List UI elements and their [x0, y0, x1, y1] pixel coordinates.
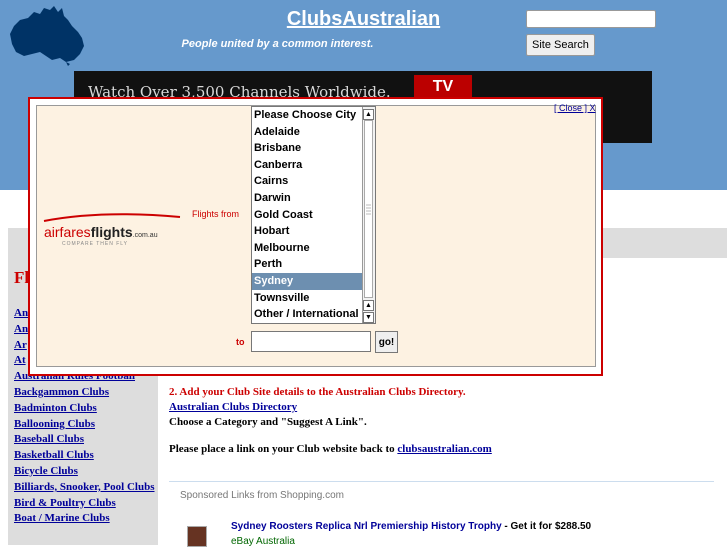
logo-subtitle: COMPARE THEN FLY	[62, 241, 129, 247]
sidebar-heading: Fl	[14, 268, 30, 287]
city-option[interactable]: Cairns	[252, 173, 362, 190]
scroll-down-icon[interactable]: ▼	[363, 312, 374, 323]
list-item: Boat / Marine Clubs	[14, 511, 156, 527]
category-link[interactable]: An	[14, 307, 28, 319]
go-button[interactable]: go!	[375, 331, 398, 353]
category-link[interactable]: Ballooning Clubs	[14, 418, 95, 430]
list-item: Basketball Clubs	[14, 448, 156, 464]
list-scrollbar[interactable]: ▲ ▲ ▼	[362, 107, 375, 323]
category-link[interactable]: Badminton Clubs	[14, 402, 97, 414]
scroll-thumb[interactable]	[364, 120, 373, 298]
product-listing: Sydney Roosters Replica Nrl Premiership …	[231, 521, 591, 532]
list-item: Badminton Clubs	[14, 401, 156, 417]
home-link[interactable]: clubsaustralian.com	[397, 443, 491, 455]
list-item: Billiards, Snooker, Pool Clubs	[14, 480, 156, 496]
category-link[interactable]: Boat / Marine Clubs	[14, 512, 110, 524]
list-item: Baseball Clubs	[14, 432, 156, 448]
category-link[interactable]: Backgammon Clubs	[14, 386, 109, 398]
banner-tv-badge: TV	[414, 75, 472, 99]
scroll-up-icon[interactable]: ▲	[363, 109, 374, 120]
scroll-grip-icon	[366, 204, 371, 215]
directory-link[interactable]: Australian Clubs Directory	[169, 401, 297, 413]
scroll-up-icon[interactable]: ▲	[363, 300, 374, 311]
product-seller: eBay Australia	[231, 536, 295, 547]
city-option[interactable]: Adelaide	[252, 124, 362, 141]
city-option[interactable]: Please Choose City	[252, 107, 362, 124]
list-item: Ballooning Clubs	[14, 417, 156, 433]
product-link[interactable]: Sydney Roosters Replica Nrl Premiership …	[231, 521, 502, 532]
city-option[interactable]: Other / International	[252, 306, 362, 323]
flights-from-label: Flights from	[192, 209, 240, 219]
airfaresflights-logo: airfaresflights.com.au COMPARE THEN FLY	[38, 212, 188, 248]
category-link[interactable]: An	[14, 323, 28, 335]
to-label: to	[236, 337, 245, 347]
category-link[interactable]: Basketball Clubs	[14, 449, 94, 461]
category-link[interactable]: Billiards, Snooker, Pool Clubs	[14, 481, 155, 493]
site-tagline: People united by a common interest.	[181, 38, 374, 50]
category-link[interactable]: Bird & Poultry Clubs	[14, 497, 116, 509]
category-link[interactable]: At	[14, 354, 26, 366]
city-option[interactable]: Townsville	[252, 290, 362, 307]
main-content: 2. Add your Club Site details to the Aus…	[169, 386, 719, 455]
list-item: Backgammon Clubs	[14, 385, 156, 401]
city-option[interactable]: Perth	[252, 256, 362, 273]
site-title-link[interactable]: ClubsAustralian	[287, 8, 440, 30]
category-link[interactable]: Ar	[14, 339, 27, 351]
city-select-list[interactable]: Please Choose City Adelaide Brisbane Can…	[251, 106, 376, 324]
search-input[interactable]	[526, 10, 656, 28]
city-option-selected[interactable]: Sydney	[252, 272, 362, 290]
site-search-button[interactable]: Site Search	[526, 34, 595, 56]
city-option[interactable]: Brisbane	[252, 140, 362, 157]
place-link-text: Please place a link on your Club website…	[169, 443, 395, 455]
swoosh-icon	[43, 213, 181, 222]
close-popup-link[interactable]: [ Close ] X	[554, 103, 596, 113]
city-option[interactable]: Gold Coast	[252, 207, 362, 224]
destination-input[interactable]	[251, 331, 371, 352]
product-thumbnail[interactable]	[187, 526, 207, 547]
city-option[interactable]: Darwin	[252, 190, 362, 207]
category-link[interactable]: Baseball Clubs	[14, 433, 84, 445]
city-option[interactable]: Hobart	[252, 223, 362, 240]
step-two-heading: 2. Add your Club Site details to the Aus…	[169, 386, 466, 398]
sponsored-label: Sponsored Links from Shopping.com	[180, 490, 344, 501]
logo-text: airfaresflights.com.au	[44, 224, 158, 240]
list-item: Bicycle Clubs	[14, 464, 156, 480]
instruction-text: Choose a Category and "Suggest A Link".	[169, 416, 367, 428]
city-option[interactable]: Melbourne	[252, 240, 362, 257]
product-price: - Get it for $288.50	[501, 521, 592, 532]
city-option[interactable]: Canberra	[252, 157, 362, 174]
category-link[interactable]: Bicycle Clubs	[14, 465, 78, 477]
divider	[169, 481, 714, 482]
list-item: Bird & Poultry Clubs	[14, 496, 156, 512]
